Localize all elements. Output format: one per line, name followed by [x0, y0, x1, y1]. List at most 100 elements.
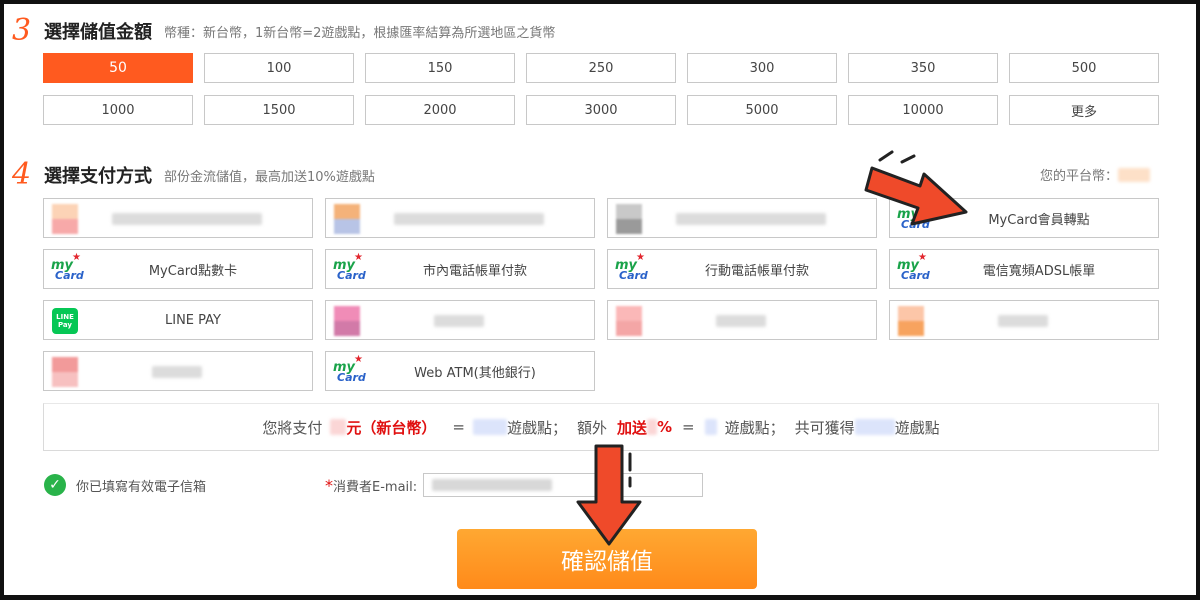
- redacted-label: [716, 315, 766, 327]
- logo-text: Card: [619, 269, 648, 282]
- amount-option[interactable]: 150: [365, 53, 515, 83]
- email-value-redacted: [432, 479, 553, 491]
- step3-number: 3: [12, 13, 32, 48]
- payment-method-option[interactable]: my Card ★ 市內電話帳單付款: [325, 249, 595, 289]
- email-status: ✓ 你已填寫有效電子信箱: [44, 472, 206, 498]
- platform-label: 您的平台幣：: [1039, 169, 1118, 184]
- redacted-label: [112, 213, 262, 225]
- mycard-logo-icon: myCard★: [50, 252, 84, 286]
- summary-points-2: 遊戲點；: [724, 418, 785, 437]
- platform-value-redacted: [1118, 167, 1150, 182]
- summary-currency: 元（新台幣）: [346, 418, 437, 437]
- amount-option[interactable]: 50: [43, 53, 193, 83]
- amount-option[interactable]: 5000: [687, 95, 837, 125]
- payment-method-option[interactable]: LINE Pay LINE PAY: [43, 300, 313, 340]
- mycard-logo-icon: myCard★: [332, 252, 366, 286]
- mycard-logo-icon: myCard★: [332, 354, 366, 388]
- payment-method-label: Web ATM(其他銀行): [414, 365, 536, 381]
- logo-star: ★: [354, 252, 363, 263]
- blurred-logo-icon: [898, 306, 924, 336]
- step4-header: 4 選擇支付方式 部份金流儲值，最高加送10%遊戲點: [12, 160, 375, 190]
- payment-method-option[interactable]: [889, 300, 1159, 340]
- amount-option[interactable]: 250: [526, 53, 676, 83]
- summary-pay-prefix: 您將支付: [262, 418, 323, 437]
- amount-option[interactable]: 1500: [204, 95, 354, 125]
- payment-method-option[interactable]: [607, 198, 877, 238]
- logo-text: Pay: [57, 321, 72, 329]
- amount-option[interactable]: 500: [1009, 53, 1159, 83]
- step3-header: 3 選擇儲值金額 幣種：新台幣，1新台幣=2遊戲點，根據匯率結算為所選地區之貨幣: [12, 16, 555, 46]
- step4-note: 部份金流儲值，最高加送10%遊戲點: [164, 169, 375, 185]
- annotation-down-arrow-icon: [576, 444, 642, 546]
- summary-points-3: 遊戲點: [894, 418, 940, 437]
- platform-balance: 您的平台幣：: [1040, 165, 1150, 184]
- mycard-logo-icon: myCard★: [896, 252, 930, 286]
- payment-method-label: 市內電話帳單付款: [422, 263, 527, 279]
- payment-method-label: 電信寬頻ADSL帳單: [982, 263, 1096, 279]
- amount-option[interactable]: 2000: [365, 95, 515, 125]
- amount-option[interactable]: 更多: [1009, 95, 1159, 125]
- payment-method-option[interactable]: [325, 198, 595, 238]
- redacted-label: [394, 213, 544, 225]
- payment-method-option[interactable]: [325, 300, 595, 340]
- payment-method-label: MyCard點數卡: [148, 263, 238, 279]
- redacted-label: [676, 213, 826, 225]
- line-pay-logo-icon: LINE Pay: [52, 308, 84, 340]
- required-mark: *: [325, 475, 333, 495]
- blurred-logo-icon: [616, 204, 642, 234]
- summary-extra-redacted: [704, 419, 717, 435]
- blurred-logo-icon: [334, 306, 360, 336]
- summary-bonus-redacted: [647, 419, 657, 435]
- payment-method-label: LINE PAY: [165, 312, 221, 328]
- amount-option[interactable]: 350: [848, 53, 998, 83]
- logo-text: Card: [337, 269, 366, 282]
- logo-star: ★: [918, 252, 927, 263]
- blurred-logo-icon: [52, 204, 78, 234]
- logo-text: Card: [901, 269, 930, 282]
- email-input[interactable]: [423, 473, 704, 497]
- logo-text: LINE: [56, 313, 74, 321]
- summary-amount-redacted: [330, 419, 347, 435]
- logo-text: Card: [337, 371, 366, 384]
- step4-number: 4: [12, 157, 32, 192]
- payment-method-option[interactable]: [43, 198, 313, 238]
- payment-method-option[interactable]: my Card ★ Web ATM(其他銀行): [325, 351, 595, 391]
- summary-equals-1: =: [452, 418, 465, 436]
- summary-points-redacted: [472, 419, 507, 435]
- payment-method-label: 行動電話帳單付款: [704, 263, 809, 279]
- annotation-arrow-icon: [864, 150, 968, 226]
- step3-note: 幣種：新台幣，1新台幣=2遊戲點，根據匯率結算為所選地區之貨幣: [164, 25, 556, 41]
- logo-star: ★: [636, 252, 645, 263]
- payment-method-option[interactable]: my Card ★ 電信寬頻ADSL帳單: [889, 249, 1159, 289]
- summary-points-1: 遊戲點；: [506, 418, 567, 437]
- redacted-label: [434, 315, 484, 327]
- amount-option[interactable]: 300: [687, 53, 837, 83]
- blurred-logo-icon: [52, 357, 78, 387]
- email-valid-text: 你已填寫有效電子信箱: [76, 479, 207, 495]
- summary-equals-2: =: [682, 418, 695, 436]
- payment-method-option[interactable]: my Card ★ 行動電話帳單付款: [607, 249, 877, 289]
- email-label: 消費者E-mail:: [333, 479, 418, 495]
- summary-total-redacted: [854, 419, 895, 435]
- check-icon: ✓: [44, 474, 66, 496]
- payment-method-option[interactable]: my Card ★ MyCard點數卡: [43, 249, 313, 289]
- summary-extra-prefix: 額外: [576, 418, 607, 437]
- step3-title: 選擇儲值金額: [44, 22, 152, 43]
- mycard-logo-icon: myCard★: [614, 252, 648, 286]
- redacted-label: [152, 366, 202, 378]
- amount-option[interactable]: 1000: [43, 95, 193, 125]
- step4-title: 選擇支付方式: [44, 166, 152, 187]
- summary-percent: %: [657, 418, 673, 436]
- summary-bonus: 加送: [616, 418, 647, 437]
- payment-method-option[interactable]: [43, 351, 313, 391]
- amount-option[interactable]: 10000: [848, 95, 998, 125]
- amount-option[interactable]: 100: [204, 53, 354, 83]
- summary-total-prefix: 共可獲得: [794, 418, 855, 437]
- logo-star: ★: [72, 252, 81, 263]
- logo-text: Card: [55, 269, 84, 282]
- blurred-logo-icon: [616, 306, 642, 336]
- redacted-label: [998, 315, 1048, 327]
- amount-option[interactable]: 3000: [526, 95, 676, 125]
- payment-method-option[interactable]: [607, 300, 877, 340]
- blurred-logo-icon: [334, 204, 360, 234]
